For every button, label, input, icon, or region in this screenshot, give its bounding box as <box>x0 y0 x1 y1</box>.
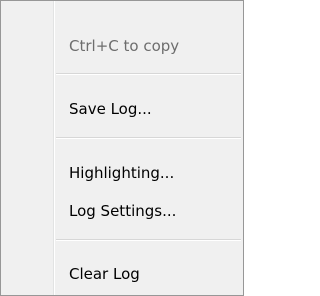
menu-item-save-log[interactable]: Save Log... <box>1 92 243 126</box>
menu-item-highlighting[interactable]: Highlighting... <box>1 156 243 190</box>
menu-separator <box>56 239 241 241</box>
menu-separator <box>56 137 241 139</box>
menu-item-clear-log[interactable]: Clear Log <box>1 257 243 291</box>
context-menu: Ctrl+C to copy Save Log... Highlighting.… <box>0 0 244 296</box>
menu-item-copy-hint: Ctrl+C to copy <box>69 37 180 55</box>
menu-separator <box>56 73 241 75</box>
menu-item-log-settings[interactable]: Log Settings... <box>1 194 243 228</box>
